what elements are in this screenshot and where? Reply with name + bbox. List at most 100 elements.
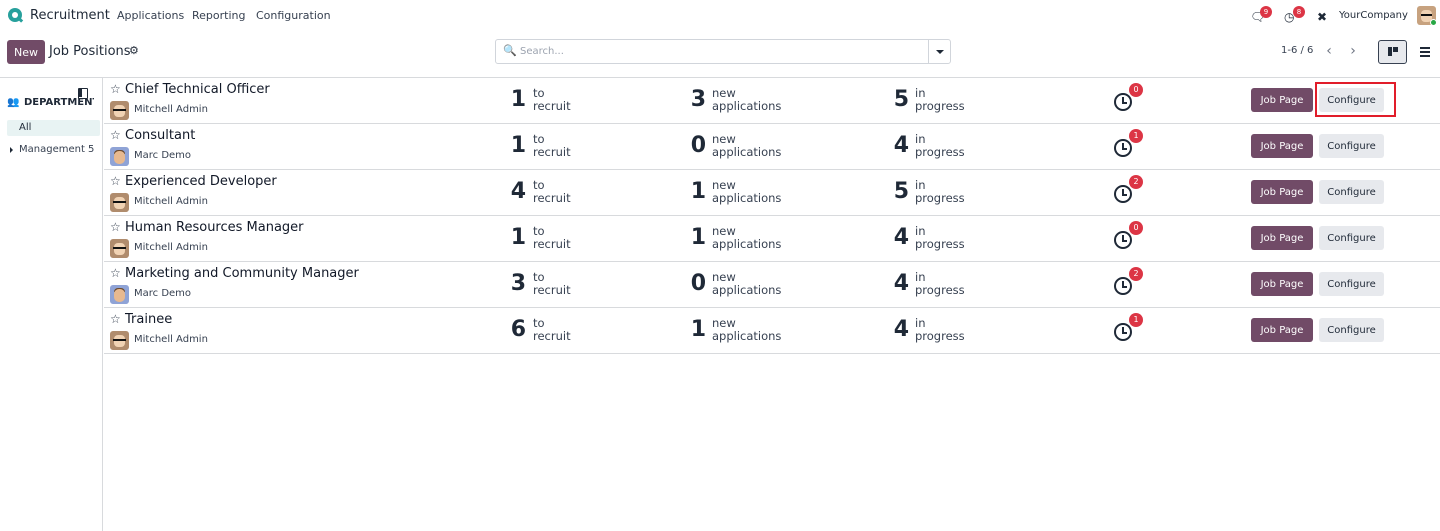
- gear-icon[interactable]: ⚙: [129, 44, 139, 57]
- job-position-row[interactable]: ☆ Trainee Mitchell Admin 6 to recruit 1 n…: [104, 308, 1440, 354]
- job-title[interactable]: Human Resources Manager: [125, 220, 304, 235]
- favorite-star-icon[interactable]: ☆: [110, 220, 121, 234]
- to-recruit-label[interactable]: to recruit: [533, 179, 571, 205]
- search-bar[interactable]: 🔍: [495, 39, 951, 64]
- sidebar-item-count: 5: [88, 144, 95, 155]
- activity-clock-icon[interactable]: [1114, 323, 1132, 341]
- new-applications-label[interactable]: new applications: [712, 179, 781, 205]
- in-progress-label[interactable]: in progress: [915, 87, 965, 113]
- new-applications-count[interactable]: 1: [682, 179, 706, 204]
- job-page-button[interactable]: Job Page: [1251, 134, 1313, 158]
- to-recruit-count[interactable]: 6: [502, 317, 526, 342]
- in-progress-label[interactable]: in progress: [915, 179, 965, 205]
- favorite-star-icon[interactable]: ☆: [110, 312, 121, 326]
- to-recruit-count[interactable]: 4: [502, 179, 526, 204]
- kanban-view-button[interactable]: [1378, 40, 1407, 64]
- to-recruit-count[interactable]: 1: [502, 87, 526, 112]
- in-progress-count[interactable]: 4: [885, 271, 909, 296]
- new-applications-label[interactable]: new applications: [712, 133, 781, 159]
- activity-count-badge: 2: [1129, 175, 1143, 189]
- company-switcher[interactable]: YourCompany: [1339, 10, 1408, 21]
- pager-next-button[interactable]: ›: [1342, 40, 1364, 64]
- caret-right-icon[interactable]: [10, 147, 13, 153]
- manager-avatar: [110, 193, 129, 212]
- new-button[interactable]: New: [7, 40, 45, 64]
- activity-clock-icon[interactable]: [1114, 277, 1132, 295]
- manager-name: Marc Demo: [134, 150, 192, 161]
- in-progress-label[interactable]: in progress: [915, 225, 965, 251]
- job-page-button[interactable]: Job Page: [1251, 318, 1313, 342]
- menu-reporting[interactable]: Reporting: [192, 9, 245, 22]
- tools-icon[interactable]: ✖: [1317, 10, 1327, 24]
- job-position-row[interactable]: ☆ Marketing and Community Manager Marc D…: [104, 262, 1440, 308]
- to-recruit-label[interactable]: to recruit: [533, 271, 571, 297]
- configure-button[interactable]: Configure: [1319, 226, 1384, 250]
- list-view-button[interactable]: [1410, 40, 1439, 64]
- sidebar-item-management[interactable]: Management 5: [7, 144, 100, 158]
- manager-name: Mitchell Admin: [134, 334, 208, 345]
- job-position-row[interactable]: ☆ Human Resources Manager Mitchell Admin…: [104, 216, 1440, 262]
- in-progress-label[interactable]: in progress: [915, 317, 965, 343]
- job-page-button[interactable]: Job Page: [1251, 180, 1313, 204]
- activity-count-badge: 2: [1129, 267, 1143, 281]
- configure-button[interactable]: Configure: [1319, 134, 1384, 158]
- new-applications-count[interactable]: 1: [682, 225, 706, 250]
- search-options-toggle[interactable]: [928, 40, 950, 63]
- new-applications-label[interactable]: new applications: [712, 225, 781, 251]
- job-position-row[interactable]: ☆ Experienced Developer Mitchell Admin 4…: [104, 170, 1440, 216]
- favorite-star-icon[interactable]: ☆: [110, 128, 121, 142]
- to-recruit-count[interactable]: 1: [502, 133, 526, 158]
- in-progress-count[interactable]: 4: [885, 317, 909, 342]
- pager-value[interactable]: 1-6 / 6: [1281, 45, 1313, 56]
- configure-button[interactable]: Configure: [1319, 318, 1384, 342]
- to-recruit-label[interactable]: to recruit: [533, 317, 571, 343]
- app-name[interactable]: Recruitment: [30, 8, 110, 23]
- job-title[interactable]: Marketing and Community Manager: [125, 266, 359, 281]
- search-input[interactable]: [520, 43, 920, 60]
- new-applications-count[interactable]: 0: [682, 271, 706, 296]
- configure-button[interactable]: Configure: [1319, 180, 1384, 204]
- job-page-button[interactable]: Job Page: [1251, 88, 1313, 112]
- menu-applications[interactable]: Applications: [117, 9, 184, 22]
- job-page-button[interactable]: Job Page: [1251, 226, 1313, 250]
- new-applications-label[interactable]: new applications: [712, 317, 781, 343]
- activity-clock-icon[interactable]: [1114, 139, 1132, 157]
- top-navbar: Recruitment Applications Reporting Confi…: [0, 0, 1440, 32]
- activity-clock-icon[interactable]: [1114, 231, 1132, 249]
- to-recruit-count[interactable]: 3: [502, 271, 526, 296]
- favorite-star-icon[interactable]: ☆: [110, 174, 121, 188]
- to-recruit-label[interactable]: to recruit: [533, 225, 571, 251]
- job-title[interactable]: Consultant: [125, 128, 195, 143]
- job-page-button[interactable]: Job Page: [1251, 272, 1313, 296]
- sidebar-item-all[interactable]: All: [7, 120, 100, 136]
- new-applications-label[interactable]: new applications: [712, 271, 781, 297]
- to-recruit-label[interactable]: to recruit: [533, 133, 571, 159]
- new-applications-count[interactable]: 0: [682, 133, 706, 158]
- recruitment-app-icon[interactable]: [8, 8, 22, 22]
- manager-avatar: [110, 239, 129, 258]
- activity-clock-icon[interactable]: [1114, 185, 1132, 203]
- in-progress-label[interactable]: in progress: [915, 271, 965, 297]
- favorite-star-icon[interactable]: ☆: [110, 266, 121, 280]
- new-applications-count[interactable]: 1: [682, 317, 706, 342]
- to-recruit-count[interactable]: 1: [502, 225, 526, 250]
- menu-configuration[interactable]: Configuration: [256, 9, 331, 22]
- in-progress-label[interactable]: in progress: [915, 133, 965, 159]
- in-progress-count[interactable]: 4: [885, 133, 909, 158]
- job-position-row[interactable]: ☆ Chief Technical Officer Mitchell Admin…: [104, 78, 1440, 124]
- pager-previous-button[interactable]: ‹: [1318, 40, 1340, 64]
- page-title: Job Positions: [49, 44, 131, 59]
- in-progress-count[interactable]: 5: [885, 179, 909, 204]
- in-progress-count[interactable]: 5: [885, 87, 909, 112]
- job-title[interactable]: Chief Technical Officer: [125, 82, 270, 97]
- new-applications-count[interactable]: 3: [682, 87, 706, 112]
- in-progress-count[interactable]: 4: [885, 225, 909, 250]
- activity-clock-icon[interactable]: [1114, 93, 1132, 111]
- to-recruit-label[interactable]: to recruit: [533, 87, 571, 113]
- configure-button[interactable]: Configure: [1319, 272, 1384, 296]
- job-position-row[interactable]: ☆ Consultant Marc Demo 1 to recruit 0 new…: [104, 124, 1440, 170]
- favorite-star-icon[interactable]: ☆: [110, 82, 121, 96]
- new-applications-label[interactable]: new applications: [712, 87, 781, 113]
- job-title[interactable]: Trainee: [125, 312, 172, 327]
- job-title[interactable]: Experienced Developer: [125, 174, 277, 189]
